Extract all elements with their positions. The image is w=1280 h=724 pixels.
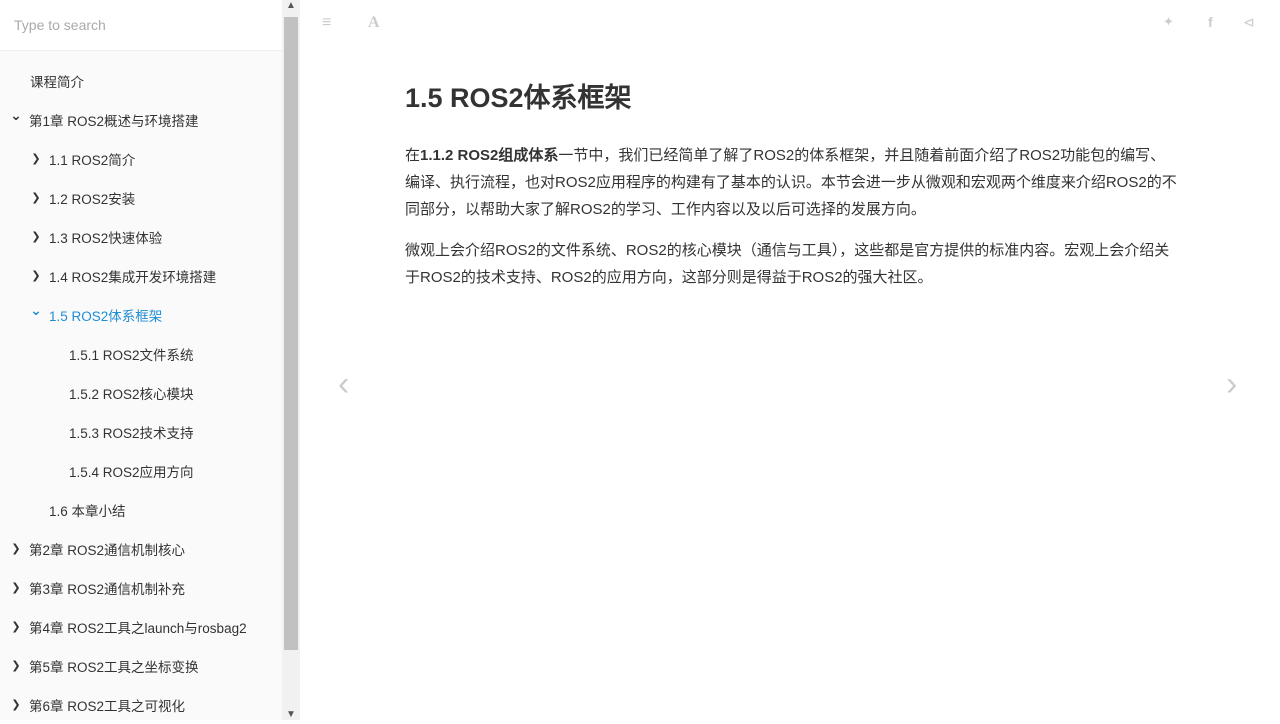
chevron-right-icon[interactable]: ❯ — [10, 698, 22, 711]
search-input[interactable] — [0, 0, 282, 50]
toc-item[interactable]: 1.6 本章小结 — [0, 490, 282, 529]
toc-item-label: 1.5.1 ROS2文件系统 — [69, 347, 194, 363]
toc-item[interactable]: ❯ 1.1 ROS2简介 — [0, 139, 282, 178]
page-title: 1.5 ROS2体系框架 — [405, 83, 632, 113]
scroll-up-arrow[interactable]: ▲ — [282, 0, 300, 11]
toc-item-label: 1.2 ROS2安装 — [49, 191, 136, 207]
chevron-down-icon[interactable]: ⌄ — [30, 302, 42, 319]
toc-item-label: 第3章 ROS2通信机制补充 — [29, 581, 186, 597]
sidebar-scrollbar[interactable]: ▲ ▼ — [282, 0, 300, 720]
scrollbar-thumb[interactable] — [284, 17, 298, 650]
sidebar: 课程简介 ⌄ 第1章 ROS2概述与环境搭建 ❯ 1.1 ROS2简介 ❯ 1.2 ROS2… — [0, 0, 300, 720]
toc-item-label: 1.1 ROS2简介 — [49, 152, 136, 168]
toc-item[interactable]: ⌄ 第1章 ROS2概述与环境搭建 — [0, 100, 282, 139]
toc-item-label: 1.5 ROS2体系框架 — [49, 308, 163, 324]
toc-item-label: 第4章 ROS2工具之launch与rosbag2 — [29, 620, 247, 636]
toc-item[interactable]: ❯ 第3章 ROS2通信机制补充 — [0, 568, 282, 607]
toc-item-label: 1.6 本章小结 — [49, 503, 126, 519]
chevron-down-icon[interactable]: ⌄ — [10, 107, 22, 124]
toc-item[interactable]: 1.5.2 ROS2核心模块 — [0, 373, 282, 412]
chevron-right-icon[interactable]: ❯ — [10, 659, 22, 672]
toc-item[interactable]: ❯ 第4章 ROS2工具之launch与rosbag2 — [0, 607, 282, 646]
toc-item-label: 课程简介 — [30, 74, 84, 90]
section-link[interactable]: 1.1.2 ROS2组成体系 — [420, 147, 558, 164]
toc-item[interactable]: ❯ 第6章 ROS2工具之可视化 — [0, 685, 282, 724]
toc-item[interactable]: 1.5.3 ROS2技术支持 — [0, 412, 282, 451]
table-of-contents: 课程简介 ⌄ 第1章 ROS2概述与环境搭建 ❯ 1.1 ROS2简介 ❯ 1.2 ROS2… — [0, 61, 282, 724]
twitter-icon[interactable]: ✦ — [1163, 14, 1174, 30]
toc-item-label: 第5章 ROS2工具之坐标变换 — [29, 659, 199, 675]
main-content: ≡ A ✦ f ⊲ 1.5 ROS2体系框架 在1.1.2 ROS2组成体系一节… — [300, 0, 1280, 720]
chevron-right-icon[interactable]: ❯ — [30, 230, 42, 243]
chevron-right-icon[interactable]: ❯ — [10, 581, 22, 594]
toc-item-label: 第1章 ROS2概述与环境搭建 — [29, 113, 199, 129]
toc-item[interactable]: ❯ 1.4 ROS2集成开发环境搭建 — [0, 256, 282, 295]
font-settings-icon[interactable]: A — [368, 14, 380, 32]
toggle-sidebar-icon[interactable]: ≡ — [322, 14, 331, 32]
toc-item[interactable]: 1.5.1 ROS2文件系统 — [0, 334, 282, 373]
toc-item-label: 第6章 ROS2工具之可视化 — [29, 698, 186, 714]
prev-page-icon[interactable]: ‹ — [338, 365, 349, 404]
toc-item-label: 1.5.3 ROS2技术支持 — [69, 425, 194, 441]
toc-item[interactable]: ❯ 1.2 ROS2安装 — [0, 178, 282, 217]
scroll-down-arrow[interactable]: ▼ — [282, 709, 300, 720]
toc-item[interactable]: ❯ 1.3 ROS2快速体验 — [0, 217, 282, 256]
toc-item-label: 1.5.4 ROS2应用方向 — [69, 464, 194, 480]
chevron-right-icon[interactable]: ❯ — [30, 269, 42, 282]
chevron-right-icon[interactable]: ❯ — [30, 152, 42, 165]
chevron-right-icon[interactable]: ❯ — [10, 542, 22, 555]
next-page-icon[interactable]: › — [1226, 365, 1237, 404]
toc-item-label: 第2章 ROS2通信机制核心 — [29, 542, 186, 558]
toc-item[interactable]: 1.5.4 ROS2应用方向 — [0, 451, 282, 490]
intro-text: 在 — [405, 147, 421, 164]
toc-item-label: 1.3 ROS2快速体验 — [49, 230, 163, 246]
toc-item[interactable]: ❯ 第5章 ROS2工具之坐标变换 — [0, 646, 282, 685]
search-box — [0, 0, 282, 51]
toc-item[interactable]: ⌄ 1.5 ROS2体系框架 — [0, 295, 282, 334]
toc-item-label: 1.5.2 ROS2核心模块 — [69, 386, 194, 402]
facebook-icon[interactable]: f — [1208, 14, 1213, 30]
paragraph-overview: 微观上会介绍ROS2的文件系统、ROS2的核心模块（通信与工具），这些都是官方提… — [405, 242, 1170, 286]
paragraph-intro: 在1.1.2 ROS2组成体系一节中，我们已经简单了解了ROS2的体系框架，并且… — [405, 142, 1180, 223]
chevron-right-icon[interactable]: ❯ — [30, 191, 42, 204]
toc-item[interactable]: ❯ 第2章 ROS2通信机制核心 — [0, 529, 282, 568]
toc-item[interactable]: 课程简介 — [0, 61, 282, 100]
share-icon[interactable]: ⊲ — [1243, 14, 1255, 31]
chevron-right-icon[interactable]: ❯ — [10, 620, 22, 633]
toc-item-label: 1.4 ROS2集成开发环境搭建 — [49, 269, 217, 285]
